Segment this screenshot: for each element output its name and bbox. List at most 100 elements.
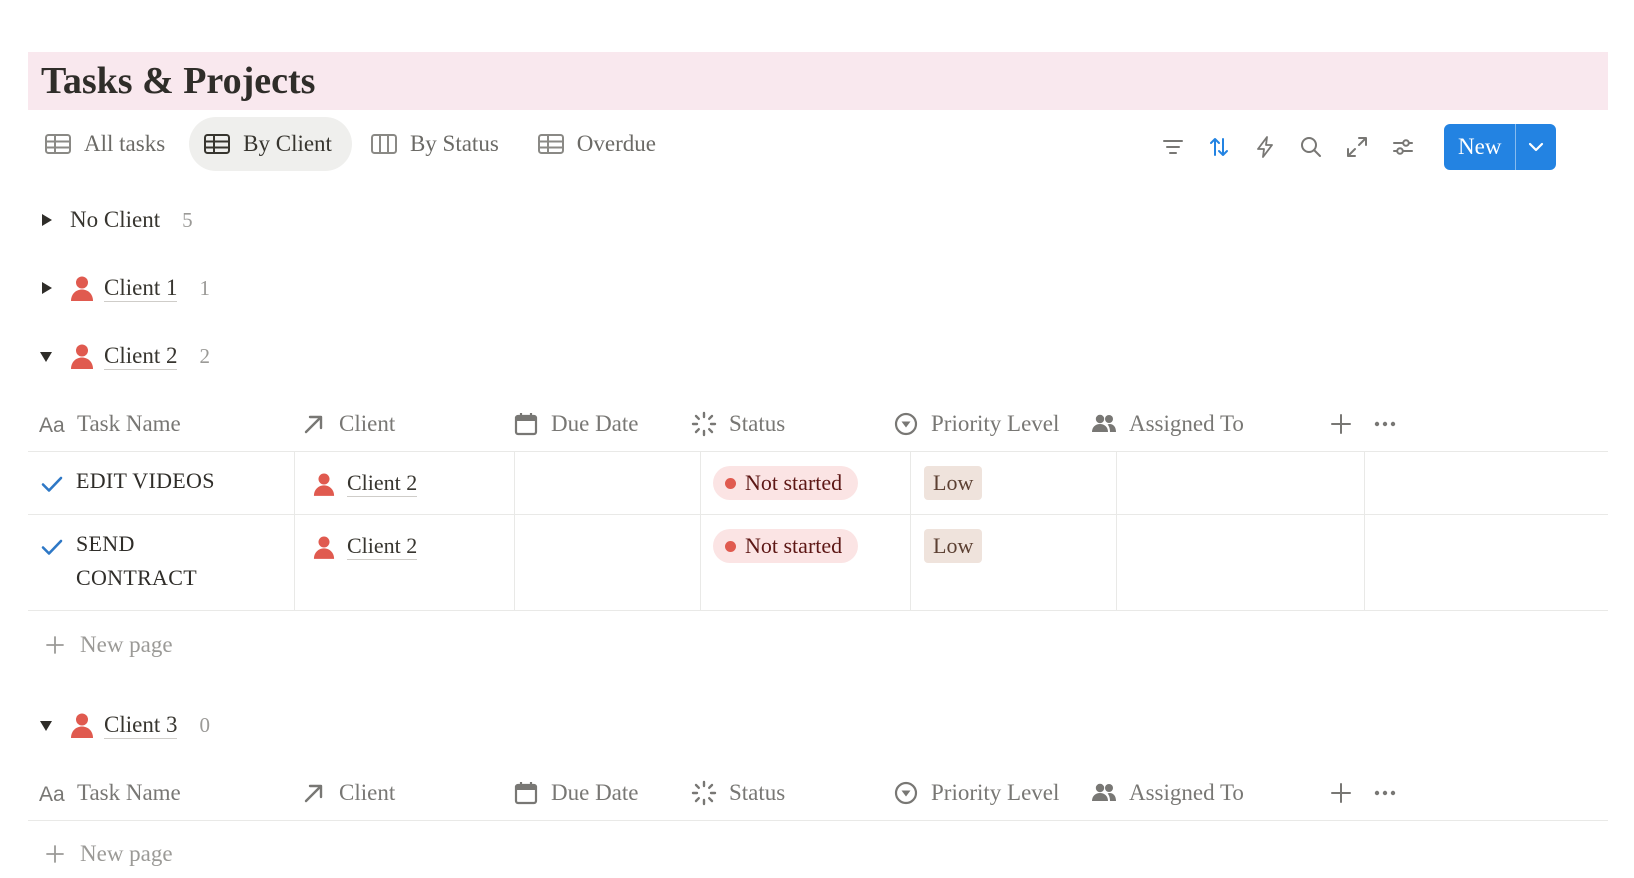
group-header-client-3[interactable]: Client 3 0 [38, 707, 210, 743]
task-name[interactable]: EDIT VIDEOS [76, 464, 215, 498]
toggle-expanded-icon[interactable] [38, 348, 54, 364]
group-name[interactable]: Client 1 [104, 275, 178, 302]
more-options-button[interactable] [1372, 397, 1398, 451]
new-options-button[interactable] [1516, 124, 1556, 170]
cell-empty [1365, 452, 1608, 514]
column-header-client[interactable]: Client [301, 397, 395, 451]
add-column-button[interactable] [1328, 766, 1354, 820]
cell-client[interactable]: Client 2 [295, 515, 515, 610]
plus-icon [46, 845, 64, 863]
relation-arrow-icon [304, 415, 323, 434]
column-label: Status [729, 780, 786, 805]
column-label: Status [729, 411, 786, 436]
expand-icon[interactable] [1334, 124, 1380, 170]
toggle-collapsed-icon[interactable] [38, 212, 54, 228]
cell-task-name[interactable]: EDIT VIDEOS [28, 452, 295, 514]
new-page-button[interactable]: New page [44, 625, 173, 665]
column-header-status[interactable]: Status [691, 766, 785, 820]
toggle-expanded-icon[interactable] [38, 717, 54, 733]
status-dot [725, 477, 736, 489]
cell-due-date[interactable] [515, 452, 701, 514]
plus-icon [1331, 414, 1351, 434]
column-header-due-date[interactable]: Due Date [513, 397, 639, 451]
person-icon [313, 473, 335, 496]
new-button[interactable]: New [1444, 124, 1515, 170]
svg-text:Aa: Aa [39, 783, 65, 806]
column-header-client[interactable]: Client [301, 766, 395, 820]
plus-icon [46, 636, 64, 654]
group-name[interactable]: Client 2 [104, 343, 178, 370]
search-icon[interactable] [1288, 124, 1334, 170]
table-header: Aa Task Name Client Due Date Status Prio… [28, 766, 1608, 821]
status-badge: Not started [713, 466, 859, 500]
new-page-label: New page [80, 841, 173, 866]
more-options-button[interactable] [1372, 766, 1398, 820]
status-label: Not started [745, 533, 843, 558]
cell-due-date[interactable] [515, 515, 701, 610]
column-header-assigned-to[interactable]: Assigned To [1091, 397, 1244, 451]
svg-text:Aa: Aa [39, 414, 65, 437]
cell-client[interactable]: Client 2 [295, 452, 515, 514]
column-header-priority-level[interactable]: Priority Level [893, 766, 1059, 820]
chevron-down-icon [1529, 142, 1544, 152]
cell-status[interactable]: Not started [701, 515, 911, 610]
table-header: Aa Task Name Client Due Date Status Prio… [28, 397, 1608, 452]
column-label: Task Name [77, 411, 181, 436]
text-icon: Aa [39, 414, 65, 437]
tab-label: By Client [243, 131, 332, 156]
group-header-client-1[interactable]: Client 1 1 [38, 270, 210, 306]
column-header-assigned-to[interactable]: Assigned To [1091, 766, 1244, 820]
view-toolbar: New [1150, 124, 1557, 170]
tab-all-tasks[interactable]: All tasks [30, 117, 185, 171]
person-icon [71, 276, 93, 301]
sort-icon[interactable] [1196, 124, 1242, 170]
column-header-status[interactable]: Status [691, 397, 785, 451]
checkmark-icon [41, 539, 63, 555]
column-header-task-name[interactable]: Aa Task Name [39, 766, 181, 820]
cell-assigned-to[interactable] [1117, 515, 1365, 610]
group-count: 2 [199, 343, 210, 368]
client-link[interactable]: Client 2 [347, 470, 418, 497]
tab-by-status[interactable]: By Status [356, 117, 519, 171]
cell-status[interactable]: Not started [701, 452, 911, 514]
status-label: Not started [745, 470, 843, 495]
tab-label: Overdue [576, 131, 656, 156]
group-header-client-2[interactable]: Client 2 2 [38, 338, 210, 374]
cell-task-name[interactable]: SEND CONTRACT [28, 515, 295, 610]
group-count: 5 [182, 207, 193, 232]
toggle-collapsed-icon[interactable] [38, 280, 54, 296]
status-icon [691, 780, 717, 806]
group-name[interactable]: Client 3 [104, 712, 178, 739]
settings-icon[interactable] [1380, 124, 1426, 170]
filter-icon[interactable] [1150, 124, 1196, 170]
table-row[interactable]: EDIT VIDEOS Client 2 Not started Low [28, 452, 1608, 515]
cell-priority[interactable]: Low [911, 515, 1117, 610]
add-column-button[interactable] [1328, 397, 1354, 451]
tab-label: All tasks [84, 131, 166, 156]
column-label: Assigned To [1129, 411, 1244, 436]
priority-tag: Low [924, 529, 983, 563]
table-icon [45, 134, 71, 154]
cell-priority[interactable]: Low [911, 452, 1117, 514]
column-header-task-name[interactable]: Aa Task Name [39, 397, 181, 451]
column-header-priority-level[interactable]: Priority Level [893, 397, 1059, 451]
new-page-button[interactable]: New page [44, 834, 173, 874]
column-header-due-date[interactable]: Due Date [513, 766, 639, 820]
group-count: 1 [199, 275, 210, 300]
table-row[interactable]: SEND CONTRACT Client 2 Not started Low [28, 515, 1608, 611]
cell-assigned-to[interactable] [1117, 452, 1365, 514]
tab-overdue[interactable]: Overdue [523, 117, 676, 171]
tab-by-client[interactable]: By Client [189, 117, 352, 171]
page-title[interactable]: Tasks & Projects [41, 59, 315, 103]
column-label: Due Date [551, 411, 639, 436]
client-link[interactable]: Client 2 [347, 533, 418, 560]
select-icon [894, 412, 918, 436]
status-dot [725, 540, 736, 552]
column-label: Priority Level [931, 411, 1060, 436]
calendar-icon [514, 782, 538, 805]
automation-icon[interactable] [1242, 124, 1288, 170]
group-header-no-client[interactable]: No Client 5 [38, 202, 193, 238]
table-icon [204, 134, 231, 154]
group-count: 0 [199, 712, 210, 737]
task-name[interactable]: SEND CONTRACT [76, 527, 226, 595]
